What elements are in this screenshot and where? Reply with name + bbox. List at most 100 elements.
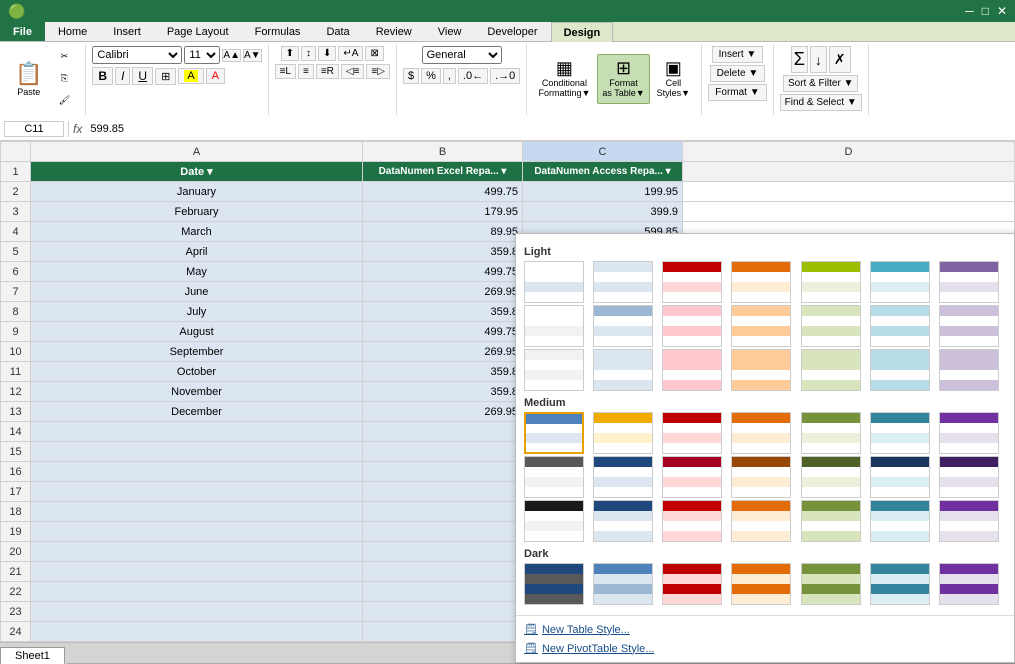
style-swatch[interactable] <box>939 500 999 542</box>
border-button[interactable]: ⊞ <box>155 68 176 85</box>
style-swatch[interactable] <box>662 305 722 347</box>
number-format-select[interactable]: General <box>422 46 502 64</box>
style-swatch[interactable] <box>731 261 791 303</box>
style-swatch[interactable] <box>593 456 653 498</box>
cell-19-b[interactable] <box>363 522 523 542</box>
increase-indent-button[interactable]: ≡▷ <box>366 64 390 79</box>
cell-18-b[interactable] <box>363 502 523 522</box>
style-swatch[interactable] <box>731 563 791 605</box>
insert-button[interactable]: Insert ▼ <box>712 46 764 63</box>
cell-15-a[interactable] <box>31 442 363 462</box>
cell-23-b[interactable] <box>363 602 523 622</box>
cell-17-b[interactable] <box>363 482 523 502</box>
format-button[interactable]: Format ▼ <box>708 84 766 101</box>
underline-button[interactable]: U <box>132 67 153 85</box>
style-swatch[interactable] <box>801 563 861 605</box>
align-left-button[interactable]: ≡L <box>275 64 296 79</box>
style-swatch[interactable] <box>662 456 722 498</box>
currency-button[interactable]: $ <box>403 68 419 84</box>
tab-data[interactable]: Data <box>313 22 362 41</box>
style-swatch[interactable] <box>662 261 722 303</box>
restore-icon[interactable]: □ <box>982 4 989 18</box>
cell-16-a[interactable] <box>31 462 363 482</box>
align-center-button[interactable]: ≡ <box>298 64 314 79</box>
cell-21-a[interactable] <box>31 562 363 582</box>
style-swatch[interactable] <box>801 349 861 391</box>
style-swatch[interactable] <box>939 261 999 303</box>
new-table-style-link[interactable]: 🗒 New Table Style... <box>524 620 1006 639</box>
col-header-b[interactable]: B <box>363 142 523 162</box>
col-header-d[interactable]: D <box>683 142 1015 162</box>
paste-button[interactable]: 📋 Paste <box>10 54 47 104</box>
align-middle-button[interactable]: ↕ <box>301 46 316 61</box>
style-swatch[interactable] <box>801 456 861 498</box>
percent-button[interactable]: % <box>421 68 441 84</box>
cell-9-a[interactable]: August <box>31 322 363 342</box>
style-swatch[interactable] <box>593 500 653 542</box>
style-swatch[interactable] <box>801 261 861 303</box>
tab-design[interactable]: Design <box>551 22 614 42</box>
style-swatch[interactable] <box>870 349 930 391</box>
style-swatch[interactable] <box>731 305 791 347</box>
formula-input[interactable] <box>86 122 1011 136</box>
style-swatch[interactable] <box>731 456 791 498</box>
decrease-decimal-button[interactable]: .0← <box>458 68 488 84</box>
cell-5-b[interactable]: 359.8 <box>363 242 523 262</box>
style-swatch[interactable] <box>662 563 722 605</box>
format-painter-button[interactable]: 🖌 <box>49 91 79 111</box>
cell-11-b[interactable]: 359.8 <box>363 362 523 382</box>
style-swatch[interactable] <box>524 349 584 391</box>
merge-center-button[interactable]: ⊠ <box>365 46 383 61</box>
style-swatch[interactable] <box>524 261 584 303</box>
tab-home[interactable]: Home <box>45 22 100 41</box>
style-swatch[interactable] <box>731 500 791 542</box>
cell-12-b[interactable]: 359.8 <box>363 382 523 402</box>
clear-button[interactable]: ✗ <box>829 46 851 73</box>
increase-decimal-button[interactable]: .→0 <box>490 68 520 84</box>
delete-button[interactable]: Delete ▼ <box>710 65 766 82</box>
cell-2-d[interactable] <box>683 182 1015 202</box>
col-header-a[interactable]: A <box>31 142 363 162</box>
style-swatch[interactable] <box>870 261 930 303</box>
style-swatch[interactable] <box>870 500 930 542</box>
style-swatch[interactable] <box>662 349 722 391</box>
tab-review[interactable]: Review <box>363 22 425 41</box>
style-swatch[interactable] <box>731 349 791 391</box>
style-swatch[interactable] <box>662 500 722 542</box>
style-swatch[interactable] <box>939 456 999 498</box>
align-top-button[interactable]: ⬆ <box>281 46 299 61</box>
header-date[interactable]: Date ▾ <box>31 162 363 182</box>
cell-6-a[interactable]: May <box>31 262 363 282</box>
cell-17-a[interactable] <box>31 482 363 502</box>
tab-page-layout[interactable]: Page Layout <box>154 22 242 41</box>
minimize-icon[interactable]: ─ <box>965 4 974 18</box>
cell-16-b[interactable] <box>363 462 523 482</box>
cell-styles-button[interactable]: ▣ CellStyles▼ <box>652 54 695 104</box>
cell-reference-input[interactable] <box>4 121 64 137</box>
autosum-button[interactable]: Σ <box>791 46 808 73</box>
cell-8-b[interactable]: 359.8 <box>363 302 523 322</box>
cell-4-b[interactable]: 89.95 <box>363 222 523 242</box>
style-swatch[interactable] <box>662 412 722 454</box>
style-swatch[interactable] <box>593 563 653 605</box>
cell-15-b[interactable] <box>363 442 523 462</box>
style-swatch[interactable] <box>870 305 930 347</box>
cell-2-a[interactable]: January <box>31 182 363 202</box>
bold-button[interactable]: B <box>92 67 113 85</box>
decrease-indent-button[interactable]: ◁≡ <box>341 64 365 79</box>
style-swatch[interactable] <box>801 412 861 454</box>
format-as-table-button[interactable]: ⊞ Formatas Table▼ <box>597 54 649 104</box>
style-swatch[interactable] <box>593 349 653 391</box>
cell-24-a[interactable] <box>31 622 363 642</box>
cell-13-b[interactable]: 269.95 <box>363 402 523 422</box>
style-swatch[interactable] <box>939 305 999 347</box>
cell-4-a[interactable]: March <box>31 222 363 242</box>
tab-insert[interactable]: Insert <box>100 22 154 41</box>
copy-button[interactable]: ⎘ <box>49 69 79 89</box>
cell-6-b[interactable]: 499.75 <box>363 262 523 282</box>
fill-button[interactable]: ↓ <box>810 46 827 73</box>
style-swatch[interactable] <box>801 305 861 347</box>
wrap-text-button[interactable]: ↵A <box>338 46 363 61</box>
style-swatch[interactable] <box>524 412 584 454</box>
tab-formulas[interactable]: Formulas <box>242 22 314 41</box>
